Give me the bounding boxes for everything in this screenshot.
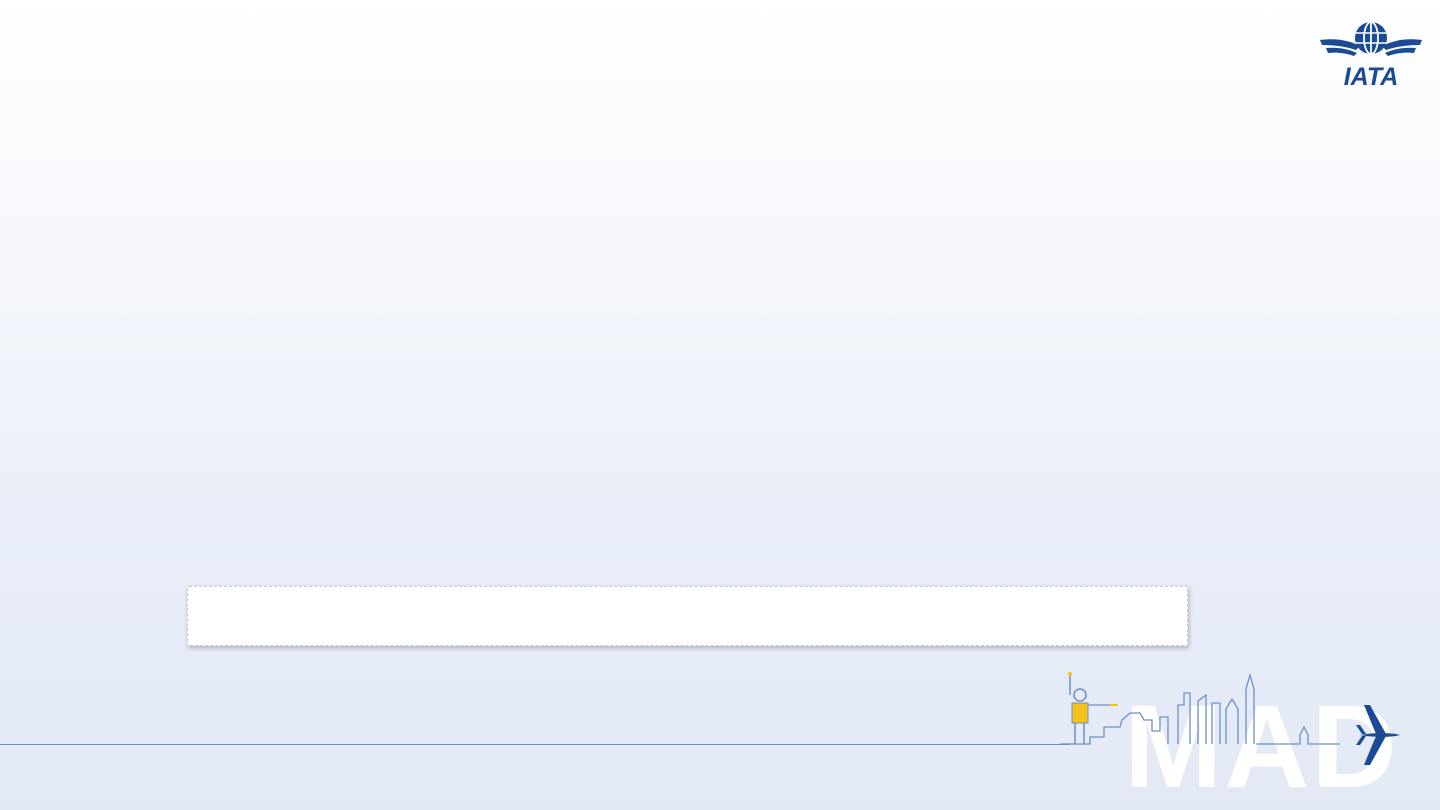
caption-text-box[interactable] (187, 586, 1188, 646)
caption-text[interactable] (188, 587, 1187, 623)
iata-logo: IATA (1316, 18, 1426, 90)
logo-text: IATA (1344, 63, 1399, 90)
horizon-line (0, 744, 1070, 745)
city-code: MAD (1124, 681, 1399, 810)
globe-wings-icon: IATA (1320, 21, 1422, 90)
ground-crew-icon (1068, 672, 1118, 744)
city-banner: MAD (1060, 665, 1440, 810)
